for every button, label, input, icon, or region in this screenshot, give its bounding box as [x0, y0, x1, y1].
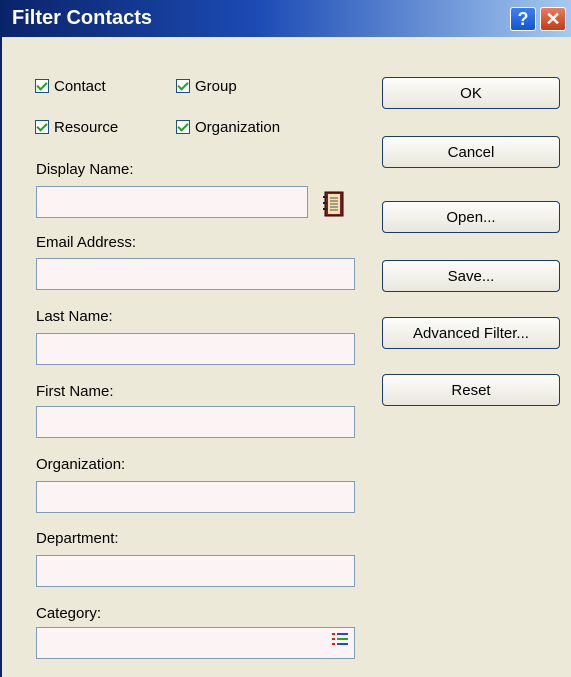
close-icon: ✕: [545, 8, 561, 29]
help-button[interactable]: ?: [510, 7, 536, 31]
display-name-input[interactable]: [36, 186, 308, 218]
organization-input[interactable]: [36, 481, 355, 513]
organization-label: Organization:: [36, 456, 126, 473]
category-label: Category:: [36, 605, 102, 622]
checkbox-organization-label: Organization: [195, 118, 281, 136]
category-list-icon[interactable]: [332, 632, 348, 646]
department-input[interactable]: [36, 555, 355, 587]
checkbox-resource-label: Resource: [54, 118, 119, 136]
window-title: Filter Contacts: [12, 7, 153, 29]
first-name-input[interactable]: [36, 406, 355, 438]
filter-contacts-dialog: Filter Contacts ? ✕ Contact Group Resour…: [0, 0, 571, 677]
last-name-input[interactable]: [36, 333, 355, 365]
checkbox-group-label: Group: [195, 77, 237, 95]
checkbox-contact[interactable]: Contact: [35, 75, 106, 97]
display-name-label: Display Name:: [36, 161, 134, 178]
save-button[interactable]: Save...: [382, 260, 560, 292]
category-input[interactable]: [36, 627, 355, 659]
first-name-label: First Name:: [36, 383, 114, 400]
checkbox-contact-box[interactable]: [35, 79, 49, 93]
open-button[interactable]: Open...: [382, 201, 560, 233]
email-address-label: Email Address:: [36, 234, 137, 251]
help-icon: ?: [517, 8, 529, 29]
checkbox-organization-box[interactable]: [176, 120, 190, 134]
checkbox-group[interactable]: Group: [176, 75, 237, 97]
email-address-input[interactable]: [36, 258, 355, 290]
ok-button[interactable]: OK: [382, 77, 560, 109]
advanced-filter-button[interactable]: Advanced Filter...: [382, 317, 560, 349]
title-bar[interactable]: Filter Contacts ? ✕: [2, 0, 571, 37]
cancel-button[interactable]: Cancel: [382, 136, 560, 168]
checkbox-resource-box[interactable]: [35, 120, 49, 134]
reset-button[interactable]: Reset: [382, 374, 560, 406]
close-button[interactable]: ✕: [540, 7, 566, 31]
checkbox-contact-label: Contact: [54, 77, 106, 95]
last-name-label: Last Name:: [36, 308, 113, 325]
checkbox-resource[interactable]: Resource: [35, 116, 118, 138]
checkbox-group-box[interactable]: [176, 79, 190, 93]
address-book-icon[interactable]: [320, 190, 346, 218]
checkbox-organization[interactable]: Organization: [176, 116, 280, 138]
department-label: Department:: [36, 530, 119, 547]
